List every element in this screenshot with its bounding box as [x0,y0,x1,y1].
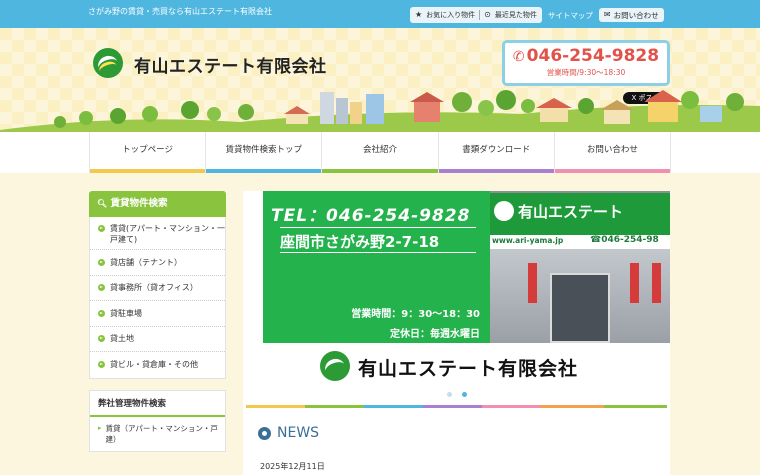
news-title: NEWS [277,425,320,441]
slide-company-name: 有山エステート有限会社 [358,358,579,380]
company-name[interactable]: 有山エステート有限会社 [134,52,327,77]
slider-dot[interactable] [447,392,452,397]
site-header: 有山エステート有限会社 ✆ 046-254-9828 営業時間/9:30〜18:3… [0,28,760,132]
sidebar-item-store[interactable]: 貸店舗（テナント） [90,250,225,276]
nav-contact[interactable]: お問い合わせ [553,132,672,173]
arrow-bullet-icon [98,284,105,292]
news-heading: NEWS [258,425,319,441]
nav-rental-search-underline [206,169,322,173]
news-date: 2025年12月11日 [260,462,325,471]
divider [479,10,481,20]
arrow-bullet-icon [98,258,105,266]
sidebar-item-apartment[interactable]: 賃貸(アパート・マンション・一戸建て) [90,217,225,250]
saved-items-pill: ★ お気に入り物件 ⊙ 最近見た物件 [410,7,542,23]
nav-contact-label: お問い合わせ [586,145,638,155]
slide-rule [280,227,476,228]
store-sign-url: www.ari-yama.jp [492,236,564,245]
top-nav: ★ お気に入り物件 ⊙ 最近見た物件 サイトマップ ✉ お問い合わせ [410,7,664,23]
slide-rule [280,252,476,253]
sidebar-item-label: 貸事務所（貸オフィス） [110,283,198,293]
rainbow-divider [246,405,667,408]
nav-company-underline [322,169,438,173]
phone-number[interactable]: ✆ 046-254-9828 [505,46,667,66]
managed-item-label: 賃貸（アパート・マンション・戸建） [105,423,218,444]
slider-dots [447,392,467,397]
sidebar-item-land[interactable]: 貸土地 [90,327,225,352]
main-nav-list: トップページ 賃貸物件検索トップ 会社紹介 書類ダウンロード お問い合わせ [89,132,672,173]
sidebar-item-label: 貸店舗（テナント） [110,257,182,267]
nav-rental-search[interactable]: 賃貸物件検索トップ [205,132,322,173]
slide-hours: 営業時間：9：30〜18：30 [351,309,480,320]
town-illustration [0,90,760,132]
sidebar-item-label: 賃貸(アパート・マンション・一戸建て) [110,224,225,244]
top-contact-button[interactable]: ✉ お問い合わせ [598,8,664,22]
nav-company-label: 会社紹介 [363,145,398,155]
main-content: TEL：046-254-9828 座間市さがみ野2-7-18 営業時間：9：30… [243,191,670,475]
history-icon: ⊙ [484,10,491,19]
mail-icon: ✉ [603,10,611,19]
phone-icon: ✆ [512,49,525,65]
sidebar: 🔍︎ 賃貸物件検索 賃貸(アパート・マンション・一戸建て) 貸店舗（テナント） … [89,191,226,452]
rental-search-title: 賃貸物件検索 [110,198,168,209]
arrow-bullet-icon [98,361,105,369]
slide-tel: TEL：046-254-9828 [271,206,471,226]
sidebar-item-parking[interactable]: 貸駐車場 [90,301,225,327]
sidebar-item-office[interactable]: 貸事務所（貸オフィス） [90,276,225,301]
sidebar-item-label: 貸土地 [110,334,134,344]
arrow-bullet-icon [98,335,105,343]
triangle-bullet-icon: ▸ [98,423,102,432]
store-sign-tel: ☎046-254-98 [590,235,659,245]
storefront-photo: 有山エステート www.ari-yama.jp ☎046-254-98 [490,191,670,343]
company-logo[interactable] [93,48,123,78]
business-hours: 営業時間/9:30〜18:30 [546,68,626,77]
recent-link[interactable]: 最近見た物件 [495,10,537,20]
sidebar-item-building[interactable]: 貸ビル・貸倉庫・その他 [90,352,225,378]
store-sign-text: 有山エステート [518,203,624,221]
sidebar-item-label: 貸駐車場 [110,308,142,318]
nav-top-label: トップページ [122,145,174,155]
slide-address: 座間市さがみ野2-7-18 [280,233,440,251]
search-icon: 🔍︎ [97,199,108,208]
store-sign-logo [494,201,514,221]
arrow-bullet-icon [98,225,105,232]
managed-search-box: 弊社管理物件検索 ▸ 賃貸（アパート・マンション・戸建） [89,389,226,452]
rental-category-list: 賃貸(アパート・マンション・一戸建て) 貸店舗（テナント） 貸事務所（貸オフィス… [89,217,226,379]
rental-search-heading: 🔍︎ 賃貸物件検索 [89,191,226,217]
star-icon: ★ [415,10,423,19]
sitemap-link[interactable]: サイトマップ [548,10,593,21]
nav-downloads-label: 書類ダウンロード [462,145,531,155]
main-nav: トップページ 賃貸物件検索トップ 会社紹介 書類ダウンロード お問い合わせ [0,132,760,173]
slide-company-logo [320,351,350,381]
store-banner [652,263,661,303]
nav-top-underline [90,169,206,173]
managed-search-title: 弊社管理物件検索 [90,391,225,417]
store-banner [528,263,537,303]
phone-text: 046-254-9828 [526,46,660,66]
favorites-link[interactable]: お気に入り物件 [426,10,475,20]
nav-downloads-underline [438,169,554,173]
sidebar-item-label: 貸ビル・貸倉庫・その他 [110,360,198,370]
nav-rental-search-label: 賃貸物件検索トップ [225,145,303,155]
slider-dot-active[interactable] [462,392,467,397]
top-contact-label: お問い合わせ [613,10,659,20]
site-tagline: さがみ野の賃貸・売買なら有山エステート有限会社 [88,7,272,16]
nav-company[interactable]: 会社紹介 [321,132,438,173]
nav-downloads[interactable]: 書類ダウンロード [437,132,554,173]
nav-top[interactable]: トップページ [89,132,206,173]
managed-item-rental[interactable]: ▸ 賃貸（アパート・マンション・戸建） [90,417,225,451]
store-banner [630,263,639,303]
hero-slider[interactable]: TEL：046-254-9828 座間市さがみ野2-7-18 営業時間：9：30… [243,191,670,405]
phone-box: ✆ 046-254-9828 営業時間/9:30〜18:30 [502,40,670,86]
ring-icon [258,426,271,440]
top-bar: さがみ野の賃貸・売買なら有山エステート有限会社 ★ お気に入り物件 ⊙ 最近見た… [0,0,760,28]
slide-info-panel: TEL：046-254-9828 座間市さがみ野2-7-18 営業時間：9：30… [263,191,490,343]
slide-closed-days: 定休日：毎週水曜日 [390,329,480,340]
arrow-bullet-icon [98,309,105,317]
nav-contact-underline [554,169,671,173]
store-door [550,273,610,343]
